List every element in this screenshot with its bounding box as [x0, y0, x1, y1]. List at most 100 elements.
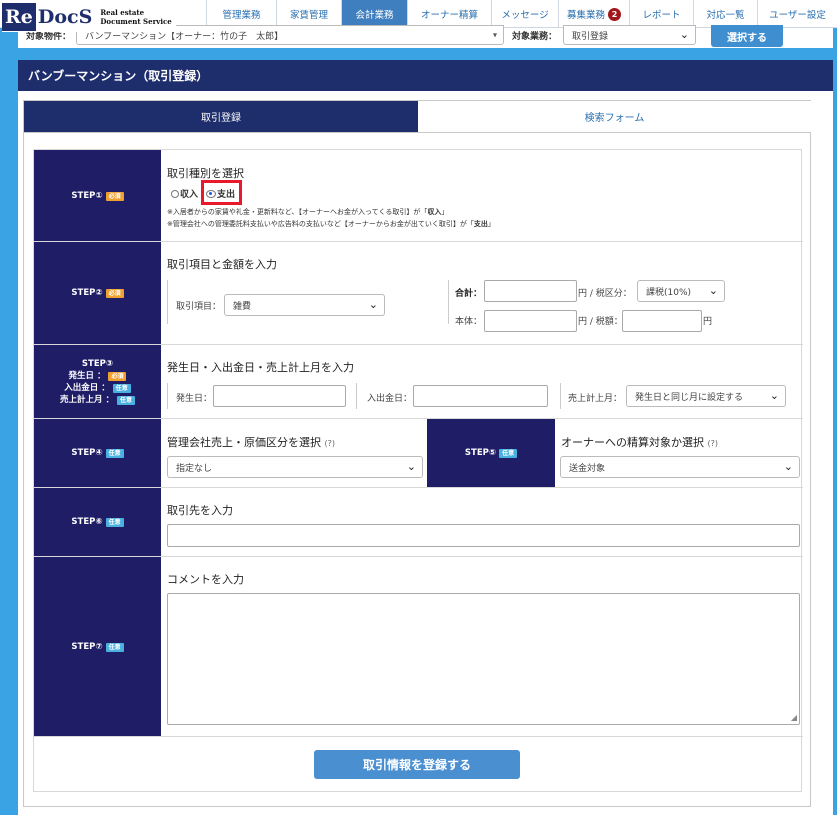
register-button[interactable]: 取引情報を登録する [314, 750, 520, 779]
red-highlight-box [201, 180, 242, 205]
chevron-down-icon: ⌄ [783, 459, 793, 473]
partner-input[interactable] [167, 524, 800, 547]
required-tag: 必須 [105, 289, 124, 298]
nav-label: オーナー精算 [420, 10, 478, 21]
nav-report[interactable]: レポート [629, 0, 693, 28]
nav-user-settings[interactable]: ユーザー設定 [757, 0, 837, 28]
inout-date-input[interactable] [413, 385, 548, 407]
step-number: STEP⑤ [464, 448, 497, 458]
note-text: ※入居者からの家賃や礼金・更新料など、【オーナーへお金が入ってくる取引】が「 [167, 208, 428, 216]
nav-label: 管理業務 [222, 10, 261, 21]
optional-tag: 任意 [105, 449, 124, 458]
sales-month-select[interactable]: 発生日と同じ月に設定する ⌄ [626, 385, 786, 407]
redocs-logo[interactable]: Re DocS Real estate Document Service [2, 2, 176, 32]
top-bar: Re DocS Real estate Document Service 管理業… [0, 0, 837, 32]
divider [167, 383, 168, 409]
tax-category-label: 円 / 税区分： [578, 289, 632, 299]
step5-heading-text: オーナーへの精算対象か選択 [561, 436, 704, 449]
nav-kaikei[interactable]: 会計業務 [341, 0, 407, 28]
work-select[interactable]: 取引登録 ⌄ [563, 25, 696, 45]
step6-label: STEP⑥ 任意 [34, 488, 161, 556]
optional-tag: 任意 [105, 518, 124, 527]
chevron-down-icon: ⌄ [368, 297, 378, 311]
optional-tag: 任意 [116, 395, 135, 405]
comment-textarea[interactable]: ◢ [167, 593, 800, 725]
notification-badge: 2 [608, 7, 621, 21]
owner-settlement-select[interactable]: 送金対象 ⌄ [560, 456, 800, 478]
chevron-down-icon: ⌄ [679, 27, 689, 41]
step6-heading: 取引先を入力 [167, 504, 233, 517]
nav-taiou[interactable]: 対応一覧 [693, 0, 757, 28]
help-icon[interactable]: (?) [325, 439, 336, 448]
sales-month-value: 発生日と同じ月に設定する [635, 392, 744, 403]
tax-amount-label: 円 / 税額： [578, 317, 623, 327]
logo-subtitle-line2: Document Service [100, 17, 172, 26]
logo-docs: DocS [37, 6, 93, 28]
resize-handle-icon[interactable]: ◢ [791, 713, 797, 722]
main-nav: 管理業務 家賃管理 会計業務 オーナー精算 メッセージ 募集業務 2 レポート 対… [206, 0, 837, 28]
step3-label: STEP③ 発生日 ：必須 入出金日 ：任意 売上計上月 ：任意 [34, 345, 161, 418]
step-number: STEP① [71, 190, 103, 201]
step7-row: STEP⑦ 任意 コメントを入力 ◢ [34, 557, 803, 737]
nav-label: 募集業務 [566, 10, 605, 21]
nav-owner-seisan[interactable]: オーナー精算 [407, 0, 491, 28]
step2-heading: 取引項目と金額を入力 [167, 258, 277, 271]
step4-heading-text: 管理会社売上・原価区分を選択 [167, 436, 321, 449]
logo-subtitle-line1: Real estate [100, 8, 145, 17]
tax-amount-input[interactable] [622, 310, 702, 332]
step3-heading: 発生日・入出金日・売上計上月を入力 [167, 361, 354, 374]
step3-line3: 売上計上月 ： [60, 394, 114, 405]
optional-tag: 任意 [112, 383, 131, 393]
radio-circle-icon [171, 189, 179, 198]
step-number: STEP④ [71, 448, 103, 458]
note-text: ※管理会社への管理委託料支払いや広告料の支払いなど【オーナーからお金が出ていく取… [167, 220, 474, 228]
step1-note-2: ※管理会社への管理委託料支払いや広告料の支払いなど【オーナーからお金が出ていく取… [167, 219, 495, 229]
step5-label: STEP⑤ 任意 [427, 419, 555, 487]
sales-cost-select[interactable]: 指定なし ⌄ [167, 456, 423, 478]
step1-row: STEP① 必須 取引種別を選択 収入 支出 ※入居者からの家賃や礼金・更新料など… [34, 150, 803, 242]
step4-5-row: STEP④ 任意 管理会社売上・原価区分を選択 (?) 指定なし ⌄ STEP⑤ 任意… [34, 419, 803, 488]
divider [356, 383, 357, 409]
nav-boshu[interactable]: 募集業務 2 [558, 0, 629, 28]
required-tag: 必須 [105, 191, 124, 201]
step6-row: STEP⑥ 任意 取引先を入力 [34, 488, 803, 557]
step1-heading: 取引種別を選択 [167, 167, 244, 180]
optional-tag: 任意 [499, 449, 518, 458]
item-select[interactable]: 雑費 ⌄ [224, 294, 385, 316]
select-button[interactable]: 選択する [711, 25, 783, 47]
step-number: STEP③ [81, 358, 114, 369]
nav-yachin[interactable]: 家賃管理 [276, 0, 341, 28]
radio-income-label: 収入 [180, 190, 199, 200]
step4-label: STEP④ 任意 [34, 419, 161, 487]
help-icon[interactable]: (?) [708, 439, 719, 448]
required-tag: 必須 [108, 371, 127, 381]
step7-heading: コメントを入力 [167, 573, 244, 586]
base-amount-input[interactable] [484, 310, 577, 332]
logo-re: Re [2, 3, 36, 31]
step7-label: STEP⑦ 任意 [34, 557, 161, 736]
step3-line1: 発生日 ： [68, 370, 106, 381]
owner-settlement-value: 送金対象 [569, 463, 606, 474]
nav-message[interactable]: メッセージ [491, 0, 558, 28]
step5-heading: オーナーへの精算対象か選択 (?) [561, 434, 718, 450]
tab-bar: 取引登録 検索フォーム [23, 100, 811, 132]
tax-category-select[interactable]: 課税(10%) ⌄ [637, 280, 725, 302]
tab-register[interactable]: 取引登録 [24, 101, 418, 132]
item-value: 雑費 [233, 301, 252, 312]
total-amount-input[interactable] [484, 280, 577, 302]
chevron-down-icon: ⌄ [708, 283, 718, 297]
nav-kanri[interactable]: 管理業務 [206, 0, 276, 28]
base-label: 本体： [455, 317, 483, 327]
step2-label: STEP② 必須 [34, 242, 161, 344]
chevron-down-icon: ⌄ [769, 388, 779, 402]
tab-search[interactable]: 検索フォーム [418, 101, 811, 132]
item-label: 取引項目： [176, 302, 222, 312]
step-number: STEP⑦ [71, 641, 103, 652]
note-text: 」 [441, 208, 449, 216]
total-label: 合計： [455, 289, 483, 299]
occur-date-input[interactable] [213, 385, 346, 407]
radio-income[interactable]: 収入 [171, 187, 198, 200]
divider [448, 280, 449, 324]
nav-label: 家賃管理 [289, 10, 328, 21]
note-bold: 収入 [427, 208, 442, 216]
